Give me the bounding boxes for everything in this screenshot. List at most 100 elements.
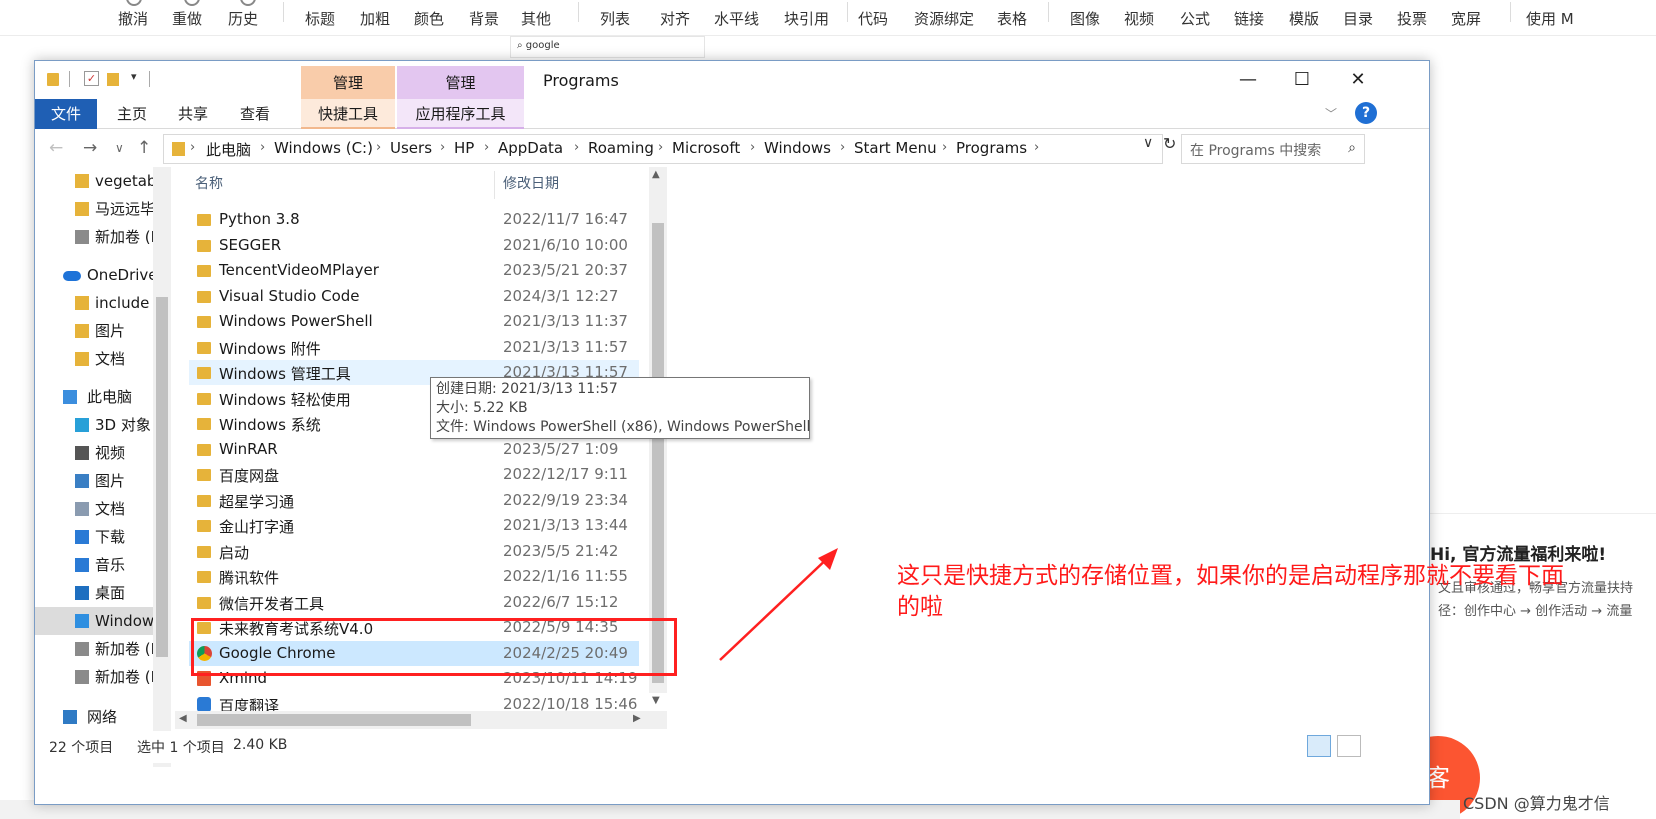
breadcrumb-start-menu[interactable]: Start Menu [854, 139, 937, 157]
toolbar-align-button[interactable]: 对齐 [660, 8, 690, 29]
tab-home[interactable]: 主页 [117, 99, 147, 129]
chevron-right-icon[interactable]: › [440, 140, 445, 155]
toolbar-code-button[interactable]: 代码 [858, 8, 888, 29]
breadcrumb-appdata[interactable]: AppData [498, 139, 563, 157]
nav-item[interactable]: 新加卷 (D:) [35, 635, 171, 663]
toolbar-link-button[interactable]: 链接 [1234, 8, 1264, 29]
toolbar-bold-button[interactable]: 加粗 [360, 8, 390, 29]
tab-share[interactable]: 共享 [178, 99, 208, 129]
toolbar-other-button[interactable]: 其他 [521, 8, 551, 29]
chevron-right-icon[interactable]: › [260, 140, 265, 155]
breadcrumb-roaming[interactable]: Roaming [588, 139, 654, 157]
nav-item[interactable]: 马远远毕业 [35, 195, 171, 223]
scroll-right-icon[interactable]: ▶ [633, 713, 641, 724]
toolbar-template-button[interactable]: 模版 [1289, 8, 1319, 29]
breadcrumb-users[interactable]: Users [390, 139, 432, 157]
file-row[interactable]: 启动 2023/5/5 21:42 [189, 539, 639, 564]
vertical-scrollbar-thumb[interactable] [652, 223, 664, 683]
forward-arrow-icon[interactable]: → [83, 138, 97, 158]
file-row[interactable]: 微信开发者工具 2022/6/7 15:12 [189, 590, 639, 615]
file-row[interactable]: Windows PowerShell 2021/3/13 11:37 [189, 309, 639, 334]
new-folder-icon[interactable] [107, 73, 119, 86]
chevron-right-icon[interactable]: › [750, 140, 755, 155]
chevron-right-icon[interactable]: › [942, 140, 947, 155]
expand-ribbon-icon[interactable]: ﹀ [1325, 105, 1337, 122]
nav-item[interactable]: 图片 [35, 467, 171, 495]
file-row[interactable]: 腾讯软件 2022/1/16 11:55 [189, 564, 639, 589]
file-row[interactable]: Windows 附件 2021/3/13 11:57 [189, 335, 639, 360]
horizontal-scrollbar-thumb[interactable] [197, 714, 471, 726]
nav-item[interactable]: 视频 [35, 439, 171, 467]
file-row[interactable]: 百度网盘 2022/12/17 9:11 [189, 462, 639, 487]
background-search-box[interactable]: ⌕ google [510, 36, 705, 58]
large-icons-view-icon[interactable] [1337, 735, 1361, 757]
tab-view[interactable]: 查看 [240, 99, 270, 129]
column-divider[interactable] [494, 171, 495, 199]
toolbar-video-button[interactable]: 视频 [1124, 8, 1154, 29]
toolbar-table-button[interactable]: 表格 [997, 8, 1027, 29]
toolbar-blockquote-button[interactable]: 块引用 [784, 8, 829, 29]
tab-application-tools[interactable]: 应用程序工具 [397, 99, 524, 129]
refresh-icon[interactable]: ↻ [1163, 134, 1176, 153]
file-row[interactable]: Visual Studio Code 2024/3/1 12:27 [189, 284, 639, 309]
file-row[interactable]: 超星学习通 2022/9/19 23:34 [189, 488, 639, 513]
nav-item[interactable]: 文档 [35, 345, 171, 373]
toolbar-use-markdown-button[interactable]: 使用 M [1526, 8, 1574, 29]
close-button[interactable]: ✕ [1335, 65, 1381, 95]
toolbar-hr-button[interactable]: 水平线 [714, 8, 759, 29]
toolbar-heading-button[interactable]: 标题 [305, 8, 335, 29]
nav-item[interactable]: vegetables [35, 167, 171, 195]
back-arrow-icon[interactable]: ← [49, 138, 63, 158]
properties-check-icon[interactable]: ✓ [84, 71, 99, 86]
nav-item[interactable]: 音乐 [35, 551, 171, 579]
toolbar-redo-button[interactable]: 重做 [172, 8, 202, 29]
toolbar-resource-binding-button[interactable]: 资源绑定 [914, 8, 974, 29]
address-history-dropdown-icon[interactable]: ∨ [1143, 135, 1153, 151]
nav-item[interactable]: 图片 [35, 317, 171, 345]
toolbar-vote-button[interactable]: 投票 [1397, 8, 1427, 29]
breadcrumb-hp[interactable]: HP [454, 139, 474, 157]
toolbar-history-button[interactable]: 历史 [228, 8, 258, 29]
breadcrumb-windows[interactable]: Windows [764, 139, 831, 157]
toolbar-image-button[interactable]: 图像 [1070, 8, 1100, 29]
scroll-left-icon[interactable]: ◀ [179, 713, 187, 724]
nav-item[interactable]: 文档 [35, 495, 171, 523]
breadcrumb-microsoft[interactable]: Microsoft [672, 139, 740, 157]
column-header-name[interactable]: 名称 [195, 173, 223, 193]
file-row[interactable]: Python 3.8 2022/11/7 16:47 [189, 207, 639, 232]
nav-item[interactable]: 新加卷 (D:) [35, 223, 171, 251]
nav-item[interactable]: include [35, 289, 171, 317]
breadcrumb-programs[interactable]: Programs [956, 139, 1027, 157]
toolbar-undo-button[interactable]: 撤消 [118, 8, 148, 29]
nav-item[interactable]: 新加卷 (E:) [35, 663, 171, 691]
breadcrumb-this-pc[interactable]: 此电脑 [206, 139, 251, 160]
chevron-right-icon[interactable]: › [190, 140, 195, 155]
toolbar-toc-button[interactable]: 目录 [1343, 8, 1373, 29]
search-input[interactable]: 在 Programs 中搜索 ⌕ [1181, 134, 1365, 164]
breadcrumb-c-drive[interactable]: Windows (C:) [274, 139, 373, 157]
tab-file[interactable]: 文件 [35, 99, 97, 129]
nav-item[interactable]: 网络 [35, 703, 171, 731]
chevron-right-icon[interactable]: › [574, 140, 579, 155]
nav-item[interactable]: OneDrive [35, 261, 171, 289]
address-bar[interactable]: › 此电脑 › Windows (C:) › Users › HP › AppD… [163, 134, 1163, 164]
nav-item[interactable]: Windows (C:) [35, 607, 171, 635]
tab-shortcut-tools[interactable]: 快捷工具 [301, 99, 395, 129]
chevron-right-icon[interactable]: › [376, 140, 381, 155]
toolbar-widescreen-button[interactable]: 宽屏 [1451, 8, 1481, 29]
file-row[interactable]: TencentVideoMPlayer 2023/5/21 20:37 [189, 258, 639, 283]
chevron-right-icon[interactable]: › [484, 140, 489, 155]
search-icon[interactable]: ⌕ [1348, 140, 1356, 156]
maximize-button[interactable]: ☐ [1279, 65, 1325, 95]
toolbar-list-button[interactable]: 列表 [600, 8, 630, 29]
chevron-right-icon[interactable]: › [1034, 140, 1039, 155]
toolbar-background-button[interactable]: 背景 [469, 8, 499, 29]
nav-item[interactable]: 桌面 [35, 579, 171, 607]
file-row[interactable]: 金山打字通 2021/3/13 13:44 [189, 513, 639, 538]
scroll-up-icon[interactable]: ▲ [652, 169, 660, 180]
details-view-icon[interactable] [1307, 735, 1331, 757]
file-row[interactable]: WinRAR 2023/5/27 1:09 [189, 437, 639, 462]
nav-item[interactable]: 此电脑 [35, 383, 171, 411]
column-header-date[interactable]: 修改日期 [503, 173, 559, 193]
toolbar-color-button[interactable]: 颜色 [414, 8, 444, 29]
